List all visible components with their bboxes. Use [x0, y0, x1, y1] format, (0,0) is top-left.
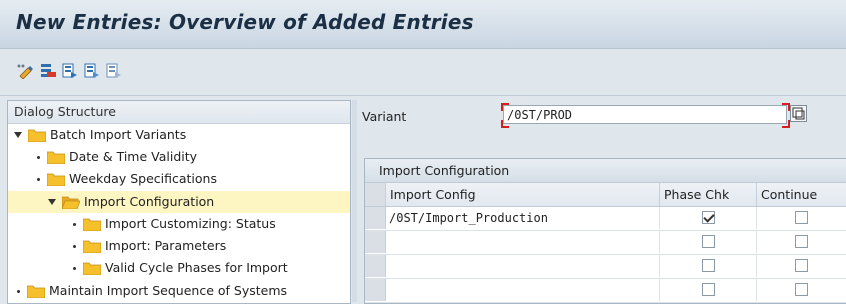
continue-cell — [757, 207, 846, 229]
delete-icon[interactable] — [40, 63, 56, 79]
phase-chk-cell — [660, 279, 757, 301]
toolbar-separator — [0, 95, 846, 96]
bullet-icon — [37, 155, 40, 159]
tree-item-label: Valid Cycle Phases for Import — [105, 260, 288, 275]
detail-panel: Variant /0ST/PROD Import Configuration I… — [358, 100, 846, 304]
folder-icon — [83, 240, 101, 253]
tree-item-import-customizing-status[interactable]: Import Customizing: Status — [70, 213, 276, 235]
required-marker — [782, 120, 790, 128]
import-config-cell[interactable] — [386, 279, 660, 301]
continue-checkbox[interactable] — [795, 211, 808, 224]
phase-chk-checkbox[interactable] — [702, 235, 715, 248]
bullet-icon — [17, 289, 20, 293]
value-help-button[interactable] — [790, 105, 807, 122]
tree-item-date-time-validity[interactable]: Date & Time Validity — [34, 146, 197, 168]
row-selector[interactable] — [365, 207, 386, 229]
phase-chk-checkbox[interactable] — [702, 211, 715, 224]
continue-cell — [757, 279, 846, 301]
continue-cell — [757, 231, 846, 253]
required-marker — [501, 120, 509, 128]
expand-arrow-icon[interactable] — [14, 132, 22, 138]
phase-chk-cell — [660, 255, 757, 277]
folder-icon — [47, 151, 65, 164]
table-row — [365, 255, 846, 279]
bullet-icon — [73, 244, 76, 248]
table-caption: Import Configuration — [365, 159, 846, 183]
tree-item-label: Batch Import Variants — [50, 127, 187, 142]
required-marker — [782, 103, 790, 111]
tree-item-weekday-specifications[interactable]: Weekday Specifications — [34, 168, 217, 190]
bullet-icon — [73, 266, 76, 270]
expand-arrow-icon[interactable] — [48, 199, 56, 205]
folder-icon — [27, 285, 45, 298]
dialog-structure-panel: Dialog Structure Batch Import Variants D… — [7, 100, 351, 304]
phase-chk-cell — [660, 231, 757, 253]
continue-cell — [757, 255, 846, 277]
tree-item-label: Import: Parameters — [105, 238, 227, 253]
table-row — [365, 279, 846, 303]
tree-item-valid-cycle-phases[interactable]: Valid Cycle Phases for Import — [70, 257, 288, 279]
import-config-cell[interactable] — [386, 231, 660, 253]
page-title: New Entries: Overview of Added Entries — [16, 10, 474, 34]
phase-chk-cell — [660, 207, 757, 229]
bullet-icon — [73, 222, 76, 226]
folder-icon — [83, 218, 101, 231]
folder-icon — [47, 173, 65, 186]
panel-splitter[interactable] — [352, 100, 357, 302]
continue-checkbox[interactable] — [795, 259, 808, 272]
continue-checkbox[interactable] — [795, 283, 808, 296]
row-selector[interactable] — [365, 255, 386, 277]
title-bar: New Entries: Overview of Added Entries — [0, 0, 846, 49]
select-all-icon[interactable] — [62, 63, 78, 79]
deselect-all-icon[interactable] — [106, 63, 122, 79]
phase-chk-checkbox[interactable] — [702, 259, 715, 272]
table-row: /0ST/Import_Production — [365, 207, 846, 231]
table-header: Import Config Phase Chk Continue — [365, 183, 846, 207]
import-config-cell[interactable] — [386, 255, 660, 277]
column-header-phase-chk[interactable]: Phase Chk — [660, 183, 757, 206]
row-selector[interactable] — [365, 279, 386, 301]
tree-item-label: Maintain Import Sequence of Systems — [49, 283, 288, 298]
column-header-continue[interactable]: Continue — [757, 183, 846, 206]
tree-item-maintain-import-sequence[interactable]: Maintain Import Sequence of Systems — [14, 280, 287, 302]
folder-icon — [28, 129, 46, 142]
tree-item-batch-import-variants[interactable]: Batch Import Variants — [14, 124, 186, 146]
import-configuration-table: Import Configuration Import Config Phase… — [364, 158, 846, 304]
tree-item-label: Weekday Specifications — [69, 171, 217, 186]
application-toolbar — [0, 49, 846, 95]
variant-field[interactable]: /0ST/PROD — [503, 105, 787, 124]
folder-icon — [83, 262, 101, 275]
table-row — [365, 231, 846, 255]
open-folder-icon — [62, 196, 80, 209]
import-config-cell[interactable]: /0ST/Import_Production — [386, 207, 660, 229]
tree-item-import-configuration[interactable]: Import Configuration — [8, 191, 350, 213]
variant-label: Variant — [362, 109, 407, 124]
tree-item-label: Import Configuration — [84, 194, 215, 209]
tree-item-label: Date & Time Validity — [69, 149, 198, 164]
value-help-icon — [792, 107, 805, 120]
select-all-rows-button[interactable] — [365, 183, 386, 206]
column-header-import-config[interactable]: Import Config — [386, 183, 660, 206]
dialog-structure-header: Dialog Structure — [8, 101, 350, 124]
tree-item-import-parameters[interactable]: Import: Parameters — [70, 235, 226, 257]
tree-item-label: Import Customizing: Status — [105, 216, 276, 231]
row-selector[interactable] — [365, 231, 386, 253]
continue-checkbox[interactable] — [795, 235, 808, 248]
phase-chk-checkbox[interactable] — [702, 283, 715, 296]
required-marker — [501, 103, 509, 111]
change-display-icon[interactable] — [16, 63, 33, 80]
bullet-icon — [37, 177, 40, 181]
select-block-icon[interactable] — [84, 63, 100, 79]
